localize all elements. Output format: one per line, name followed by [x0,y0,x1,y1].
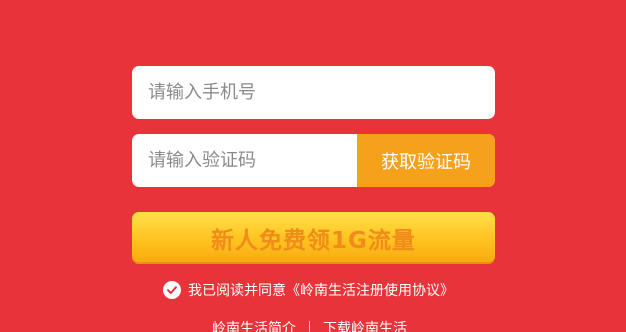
agreement-row: 我已阅读并同意 《岭南生活注册使用协议》 [163,280,454,300]
page: 获取验证码 新人免费领1G流量 我已阅读并同意 《岭南生活注册使用协议》 岭南生… [0,0,626,332]
get-code-button[interactable]: 获取验证码 [357,134,495,187]
phone-input[interactable] [132,66,495,119]
footer-link-about[interactable]: 岭南生活简介 [212,318,296,332]
footer-link-download[interactable]: 下载岭南生活 [323,318,407,332]
claim-free-data-button[interactable]: 新人免费领1G流量 [132,212,495,264]
phone-field [132,66,495,119]
footer-divider [309,321,310,332]
agreement-prefix: 我已阅读并同意 [188,283,286,299]
check-circle-icon[interactable] [163,281,181,299]
agreement-link[interactable]: 《岭南生活注册使用协议》 [286,280,454,300]
footer-links: 岭南生活简介 下载岭南生活 [212,318,407,332]
verify-code-input[interactable] [132,134,357,187]
verify-code-field: 获取验证码 [132,134,495,187]
